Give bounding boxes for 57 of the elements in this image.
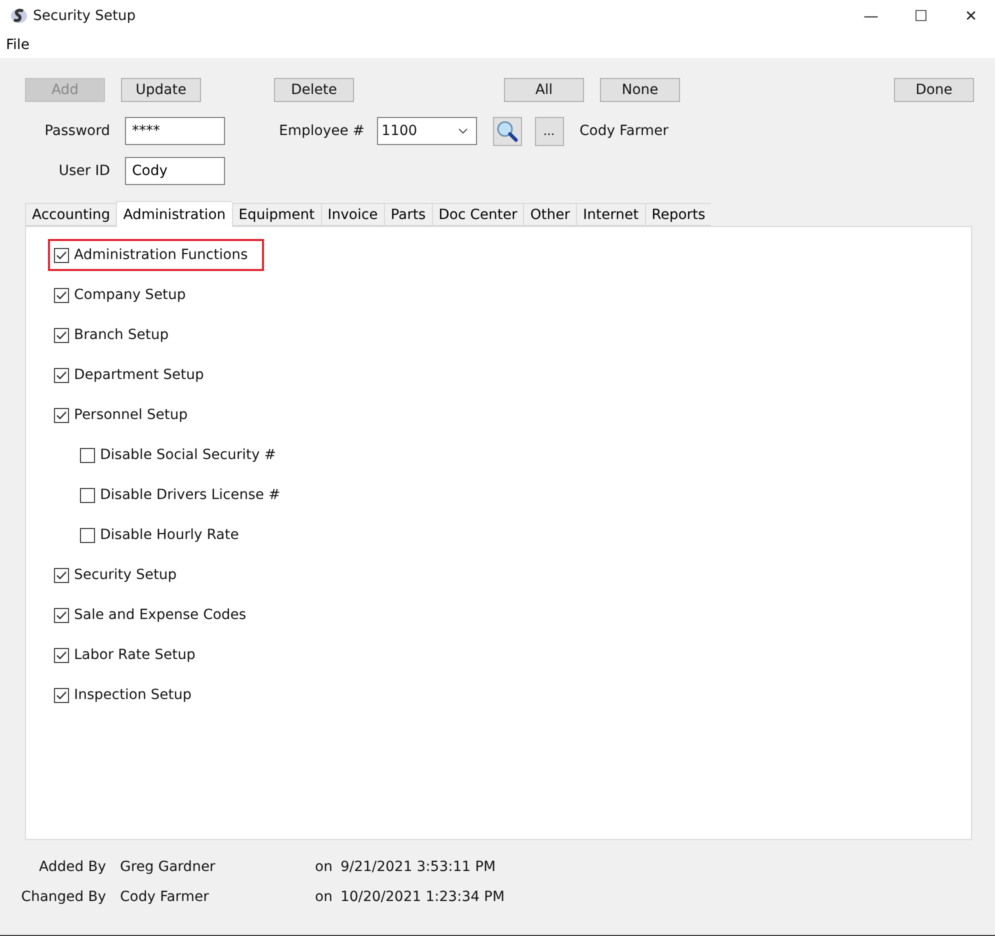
permission-checkbox[interactable]: Branch Setup: [48, 319, 185, 351]
window-title: Security Setup: [33, 8, 136, 24]
tab[interactable]: Other: [523, 203, 576, 226]
permission-checkbox[interactable]: Labor Rate Setup: [48, 639, 212, 671]
permission-checkbox[interactable]: Sale and Expense Codes: [48, 599, 262, 631]
field-label: Employee #: [279, 123, 365, 139]
permission-checkbox[interactable]: Inspection Setup: [48, 679, 208, 711]
tab[interactable]: Reports: [644, 203, 712, 226]
action-button[interactable]: None: [600, 78, 680, 102]
tab[interactable]: Parts: [384, 203, 432, 226]
checkmark-icon: [56, 690, 67, 700]
employee-dropdown[interactable]: 1100: [376, 117, 477, 145]
audit-label: Added By: [38, 859, 106, 875]
permission-checkbox[interactable]: Disable Hourly Rate: [74, 519, 255, 551]
tab[interactable]: Accounting: [25, 203, 116, 226]
password-field[interactable]: ****: [125, 117, 225, 145]
app-logo-icon: [10, 7, 28, 25]
employee-name: Cody Farmer: [580, 123, 668, 139]
search-button[interactable]: [492, 116, 522, 146]
magnifier-icon: [496, 120, 518, 142]
action-button[interactable]: Done: [894, 78, 974, 102]
tab[interactable]: Internet: [576, 203, 645, 226]
permission-checkbox[interactable]: Department Setup: [48, 359, 220, 391]
field-label: Password: [44, 123, 111, 139]
tab[interactable]: Invoice: [320, 203, 384, 226]
permission-checkbox[interactable]: Personnel Setup: [48, 399, 204, 431]
checkmark-icon: [56, 650, 67, 660]
tab[interactable]: Administration: [116, 201, 232, 227]
checkmark-icon: [56, 290, 67, 300]
action-button[interactable]: Delete: [274, 78, 354, 102]
menu-item[interactable]: File: [0, 37, 36, 53]
action-button[interactable]: All: [504, 78, 584, 102]
checkmark-icon: [56, 250, 67, 260]
chevron-icon: [458, 128, 468, 134]
checkmark-icon: [56, 610, 67, 620]
checkmark-icon: [56, 370, 67, 380]
browse-button[interactable]: ...: [534, 116, 564, 146]
field-label: User ID: [58, 163, 111, 179]
permission-checkbox[interactable]: Security Setup: [48, 559, 193, 591]
audit-on-label: on: [315, 859, 332, 875]
permission-checkbox[interactable]: Disable Drivers License #: [74, 479, 296, 511]
checkmark-icon: [56, 570, 67, 580]
audit-on-label: on: [315, 889, 332, 905]
permission-checkbox[interactable]: Company Setup: [48, 279, 202, 311]
user-id-field[interactable]: Cody: [125, 157, 225, 185]
audit-date: 10/20/2021 1:23:34 PM: [340, 889, 505, 905]
permission-checkbox[interactable]: Administration Functions: [48, 239, 264, 271]
audit-date: 9/21/2021 3:53:11 PM: [340, 859, 496, 875]
tab[interactable]: Equipment: [232, 203, 321, 226]
audit-label: Changed By: [20, 889, 106, 905]
checkmark-icon: [56, 410, 67, 420]
checkmark-icon: [56, 330, 67, 340]
action-button[interactable]: Update: [121, 78, 201, 102]
audit-user: Cody Farmer: [120, 889, 210, 905]
audit-user: Greg Gardner: [120, 859, 216, 875]
permission-checkbox[interactable]: Disable Social Security #: [74, 439, 292, 471]
tab[interactable]: Doc Center: [432, 203, 524, 226]
